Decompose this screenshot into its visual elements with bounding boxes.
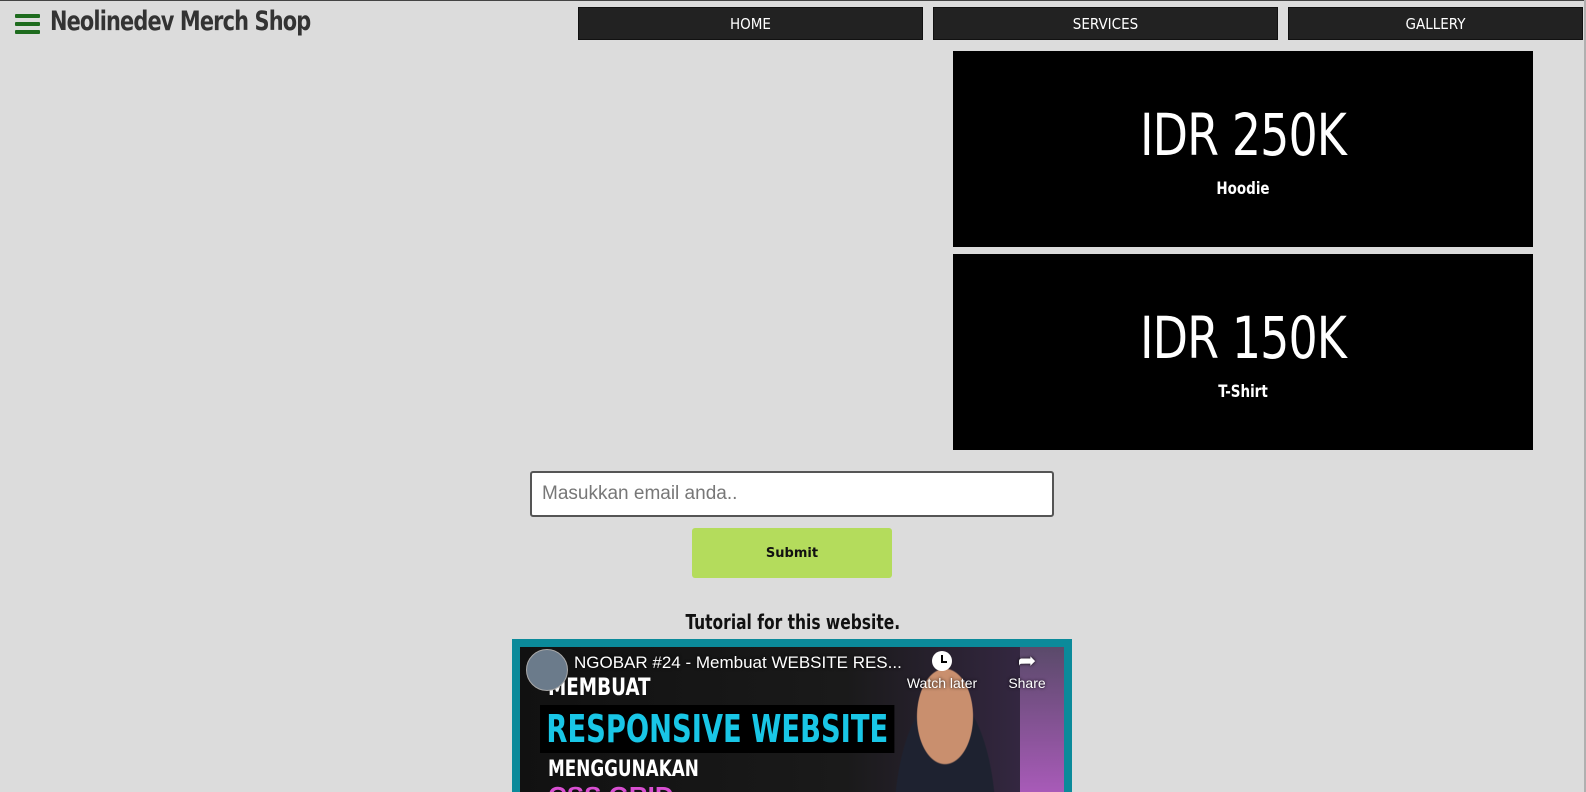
nav-services-button[interactable]: SERVICES — [933, 7, 1278, 40]
share-arrow-icon: ➦ — [1017, 648, 1037, 673]
clock-icon — [932, 651, 952, 671]
thumbnail-text-4: CSS GRID — [548, 781, 674, 792]
price-label: IDR 250K — [1139, 101, 1347, 169]
channel-avatar[interactable] — [526, 649, 568, 691]
thumbnail-text-3: MENGGUNAKAN — [548, 757, 699, 782]
watch-later-button[interactable]: Watch later — [902, 649, 982, 691]
watch-later-label: Watch later — [906, 675, 978, 691]
email-input[interactable] — [530, 471, 1054, 517]
share-label: Share — [1008, 675, 1046, 691]
share-button[interactable]: ➦ Share — [987, 648, 1067, 692]
nav-gallery-button[interactable]: GALLERY — [1288, 7, 1583, 40]
thumbnail-text-2: RESPONSIVE WEBSITE — [540, 705, 895, 753]
product-name: T-Shirt — [1218, 382, 1268, 402]
tutorial-heading: Tutorial for this website. — [0, 610, 1586, 634]
price-label: IDR 150K — [1139, 304, 1347, 372]
youtube-video-embed[interactable]: MEMBUAT RESPONSIVE WEBSITE MENGGUNAKAN C… — [512, 639, 1072, 792]
nav-home-button[interactable]: HOME — [578, 7, 923, 40]
submit-button[interactable]: Submit — [692, 528, 892, 578]
price-card-tshirt: IDR 150K T-Shirt — [953, 254, 1533, 450]
price-card-hoodie: IDR 250K Hoodie — [953, 51, 1533, 247]
product-name: Hoodie — [1216, 179, 1270, 199]
video-title[interactable]: NGOBAR #24 - Membuat WEBSITE RES... — [574, 653, 904, 673]
tutorial-heading-text: Tutorial for this website. — [685, 610, 901, 634]
hamburger-menu-icon[interactable] — [15, 14, 40, 34]
site-header: Neolinedev Merch Shop HOME SERVICES GALL… — [0, 0, 1586, 48]
site-title: Neolinedev Merch Shop — [50, 6, 311, 37]
